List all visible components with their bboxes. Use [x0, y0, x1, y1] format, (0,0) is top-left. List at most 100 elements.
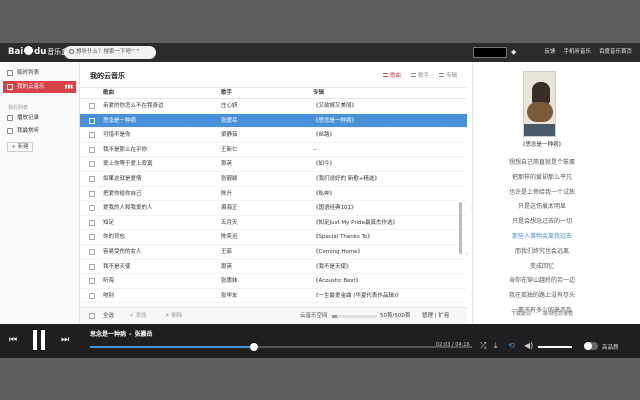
- song-artist[interactable]: 梁静茹: [221, 128, 307, 143]
- user-login-box[interactable]: [473, 47, 507, 58]
- song-artist[interactable]: 陈奕迅: [221, 230, 307, 245]
- song-artist[interactable]: 五月天: [221, 216, 307, 231]
- sidebar-item-temp-list[interactable]: 临时列表: [3, 67, 76, 79]
- row-checkbox[interactable]: [89, 190, 95, 197]
- table-row[interactable]: 如果这就是爱情 张靓颖 《我们说好的 新歌+精选》: [80, 172, 467, 187]
- song-title[interactable]: 思念是一种病: [103, 114, 215, 129]
- table-row[interactable]: 我不是天使 那英 《我不是天使》: [80, 260, 467, 275]
- sidebar-item-most-played[interactable]: 我最常听: [3, 125, 76, 137]
- select-all-checkbox[interactable]: [89, 313, 95, 319]
- song-artist[interactable]: 王新仁: [221, 143, 307, 158]
- manage-expand-link[interactable]: 管理 | 扩容: [422, 308, 449, 324]
- repeat-icon[interactable]: ⟲: [508, 341, 515, 350]
- song-album[interactable]: 《又欲嫁又美丽》: [313, 99, 443, 114]
- volume-icon[interactable]: ◀): [524, 341, 533, 350]
- pause-button[interactable]: [31, 330, 47, 350]
- song-album[interactable]: --: [313, 143, 443, 158]
- song-title[interactable]: 亲爱的你怎么不在我身边: [103, 99, 215, 114]
- table-row[interactable]: 亲爱的你怎么不在我身边 庄心妍 《又欲嫁又美丽》: [80, 99, 467, 114]
- row-checkbox[interactable]: [89, 219, 95, 226]
- song-album[interactable]: 《Coming Home》: [313, 245, 443, 260]
- song-album[interactable]: 《Special Thanks To》: [313, 230, 443, 245]
- table-row[interactable]: 可惜不是你 梁静茹 《丝路》: [80, 128, 467, 143]
- song-title[interactable]: 你的背包: [103, 230, 215, 245]
- table-row[interactable]: 爱我的人和我爱的人 裘海正 《国语经典101》: [80, 201, 467, 216]
- column-artist[interactable]: 歌手: [221, 88, 232, 99]
- mobile-music-link[interactable]: 手机听音乐: [563, 46, 591, 59]
- song-album[interactable]: 《Acoustic Best》: [313, 274, 443, 289]
- row-checkbox[interactable]: [89, 132, 95, 139]
- song-artist[interactable]: 那英: [221, 260, 307, 275]
- song-album[interactable]: 《我不是天使》: [313, 260, 443, 275]
- song-artist[interactable]: 庄心妍: [221, 99, 307, 114]
- song-title[interactable]: 把爱你给你自己: [103, 187, 215, 202]
- shuffle-icon[interactable]: ⤮: [480, 341, 486, 351]
- row-checkbox[interactable]: [89, 292, 95, 299]
- volume-slider[interactable]: [538, 346, 572, 348]
- row-checkbox[interactable]: [89, 278, 95, 285]
- song-title[interactable]: 可惜不是你: [103, 128, 215, 143]
- row-checkbox[interactable]: [89, 117, 95, 124]
- song-title[interactable]: 吻别: [103, 289, 215, 304]
- column-album[interactable]: 专辑: [313, 88, 324, 99]
- progress-handle[interactable]: [250, 343, 259, 351]
- song-album[interactable]: 《思念是一种病》: [313, 114, 443, 129]
- table-row[interactable]: 我不是那么在乎你 王新仁 --: [80, 143, 467, 158]
- row-checkbox[interactable]: [89, 161, 95, 168]
- next-track-icon[interactable]: ⏭: [61, 335, 69, 345]
- now-playing-artist[interactable]: 张震岳: [135, 331, 153, 338]
- song-title[interactable]: 容易受伤的女人: [103, 245, 215, 260]
- sidebar-item-play-history[interactable]: 播放记录: [3, 112, 76, 124]
- feedback-link[interactable]: 反馈: [544, 46, 555, 59]
- song-artist[interactable]: 陈升: [221, 187, 307, 202]
- row-checkbox[interactable]: [89, 175, 95, 182]
- report-lyrics-error-link[interactable]: 歌词信息报错: [543, 310, 573, 317]
- new-list-button[interactable]: + 新建: [7, 142, 33, 152]
- tab-albums[interactable]: 专辑: [438, 71, 457, 79]
- search-input[interactable]: 想听什么？搜索一下吧^^: [64, 46, 156, 59]
- song-title[interactable]: 知足: [103, 216, 215, 231]
- column-song[interactable]: 歌曲: [103, 88, 114, 99]
- table-row[interactable]: 思念是一种病 张震岳 《思念是一种病》: [80, 113, 467, 129]
- row-checkbox[interactable]: [89, 103, 95, 109]
- song-album[interactable]: 《一生最爱金曲 (华夏代表作品辑)》: [313, 289, 443, 304]
- song-title[interactable]: 爱我的人和我爱的人: [103, 201, 215, 216]
- song-album[interactable]: 《私奔》: [313, 187, 443, 202]
- sidebar-item-my-cloud-music[interactable]: 我的云音乐 ▮▮▮: [3, 81, 76, 93]
- collapse-lyrics-handle[interactable]: ›: [466, 250, 470, 260]
- table-row[interactable]: 把爱你给你自己 陈升 《私奔》: [80, 187, 467, 202]
- previous-track-icon[interactable]: ⏮: [9, 335, 17, 345]
- song-title[interactable]: 我不是那么在乎你: [103, 143, 215, 158]
- song-album[interactable]: 《国语经典101》: [313, 201, 443, 216]
- song-album[interactable]: 《知足Just My Pride最真杰作选》: [313, 216, 443, 231]
- song-album[interactable]: 《丝路》: [313, 128, 443, 143]
- row-checkbox[interactable]: [89, 234, 95, 241]
- delete-button[interactable]: ✕ 删除: [165, 308, 182, 324]
- select-all-label[interactable]: 全选: [103, 308, 114, 324]
- baidu-music-home-link[interactable]: 百度音乐首页: [599, 46, 632, 59]
- table-row[interactable]: 吻别 张学友 《一生最爱金曲 (华夏代表作品辑)》: [80, 289, 467, 304]
- row-checkbox[interactable]: [89, 205, 95, 212]
- song-album[interactable]: 《如今》: [313, 157, 443, 172]
- song-artist[interactable]: 那英: [221, 157, 307, 172]
- progress-bar[interactable]: [90, 343, 472, 351]
- song-title[interactable]: 我不是天使: [103, 260, 215, 275]
- download-icon[interactable]: ⤓: [494, 341, 498, 351]
- song-title[interactable]: 听海: [103, 274, 215, 289]
- song-title[interactable]: 爱上你等于爱上寂寞: [103, 157, 215, 172]
- vip-diamond-icon[interactable]: ◆: [511, 48, 519, 56]
- row-checkbox[interactable]: [89, 263, 95, 270]
- table-row[interactable]: 容易受伤的女人 王菲 《Coming Home》: [80, 245, 467, 260]
- tab-songs[interactable]: 歌曲: [382, 71, 401, 79]
- table-row[interactable]: 知足 五月天 《知足Just My Pride最真杰作选》: [80, 216, 467, 231]
- song-list-scrollbar[interactable]: [459, 202, 462, 254]
- baidu-music-logo[interactable]: Bai du音乐盒: [8, 46, 68, 59]
- download-lyrics-link[interactable]: 下载歌词: [511, 310, 531, 317]
- high-quality-toggle[interactable]: [584, 342, 598, 350]
- add-button[interactable]: + 添加: [129, 308, 146, 324]
- table-row[interactable]: 爱上你等于爱上寂寞 那英 《如今》: [80, 157, 467, 172]
- song-artist[interactable]: 张靓颖: [221, 172, 307, 187]
- table-row[interactable]: 你的背包 陈奕迅 《Special Thanks To》: [80, 230, 467, 245]
- row-checkbox[interactable]: [89, 248, 95, 255]
- tab-artists[interactable]: 歌手: [410, 71, 429, 79]
